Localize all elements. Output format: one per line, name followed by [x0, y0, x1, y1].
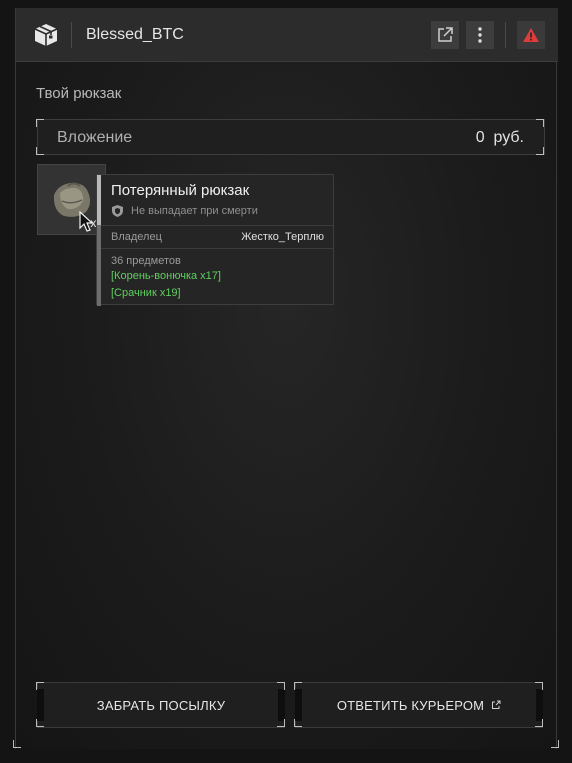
box-logo-icon	[34, 24, 58, 46]
warning-icon	[523, 28, 539, 42]
frame-corner	[36, 719, 44, 727]
frame-corner	[36, 147, 44, 155]
take-parcel-button[interactable]: ЗАБРАТЬ ПОСЫЛКУ	[37, 682, 285, 728]
frame-corner	[294, 719, 302, 727]
open-external-button[interactable]	[431, 21, 459, 49]
frame-corner	[277, 682, 285, 690]
reply-courier-label: ОТВЕТИТЬ КУРЬЕРОМ	[336, 697, 485, 713]
button-edge	[278, 689, 285, 721]
frame-corner	[536, 119, 544, 127]
take-parcel-label: ЗАБРАТЬ ПОСЫЛКУ	[96, 697, 226, 713]
tooltip-item: [Срачник x19]	[111, 287, 181, 299]
report-button[interactable]	[517, 21, 545, 49]
titlebar: Blessed_BTC	[16, 8, 558, 62]
frame-corner	[277, 719, 285, 727]
frame-corner	[13, 740, 21, 748]
button-edge	[295, 689, 302, 721]
tooltip-title: Потерянный рюкзак	[111, 182, 250, 199]
backpack-heading: Твой рюкзак	[36, 85, 122, 102]
external-link-icon	[492, 700, 501, 709]
more-vertical-icon	[478, 27, 482, 43]
reply-courier-button[interactable]: ОТВЕТИТЬ КУРЬЕРОМ	[295, 682, 543, 728]
title-separator	[71, 22, 72, 48]
investment-value: 0 руб.	[475, 129, 524, 146]
tooltip-subtitle: Не выпадает при смерти	[131, 205, 258, 217]
tooltip-item: [Корень-вонючка x17]	[111, 270, 221, 282]
external-link-icon	[438, 27, 453, 42]
investment-field: Вложение 0 руб.	[37, 119, 545, 155]
frame-corner	[551, 740, 559, 748]
tooltip-divider	[101, 225, 334, 226]
items-count: 36 предметов	[111, 255, 181, 267]
more-options-button[interactable]	[466, 21, 494, 49]
window-title: Blessed_BTC	[86, 26, 184, 43]
item-tooltip: Потерянный рюкзак Не выпадает при смерти…	[96, 174, 334, 306]
owner-value: Жестко_Терплю	[241, 231, 324, 243]
frame-corner	[535, 682, 543, 690]
frame-corner	[36, 682, 44, 690]
tooltip-divider	[101, 248, 334, 249]
frame-corner	[535, 719, 543, 727]
frame-corner	[36, 119, 44, 127]
frame-corner	[536, 147, 544, 155]
button-edge	[536, 689, 543, 721]
investment-label: Вложение	[57, 129, 133, 146]
owner-label: Владелец	[111, 231, 162, 243]
button-edge	[37, 689, 44, 721]
parcel-window: Blessed_BTC Твой рюкзак Вложение 0 руб. …	[15, 8, 558, 749]
tooltip-accent-lower	[97, 225, 101, 306]
title-separator-right	[505, 22, 506, 48]
frame-corner	[294, 682, 302, 690]
shield-icon	[112, 205, 123, 217]
mouse-cursor-icon	[79, 211, 94, 232]
